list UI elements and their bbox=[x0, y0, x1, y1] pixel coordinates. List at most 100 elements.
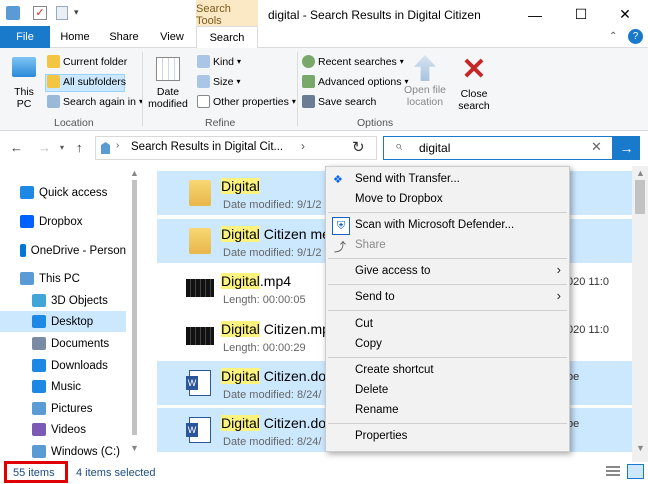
minimize-button[interactable]: — bbox=[512, 0, 558, 29]
menu-copy[interactable]: Copy bbox=[355, 338, 382, 350]
folders-icon bbox=[47, 75, 60, 88]
address-dropdown-icon[interactable]: › bbox=[301, 139, 305, 153]
date-modified-button[interactable]: Date modified bbox=[146, 55, 190, 110]
search-box[interactable] bbox=[383, 136, 613, 160]
tab-share[interactable]: Share bbox=[101, 26, 147, 48]
close-window-button[interactable]: ✕ bbox=[602, 0, 648, 29]
up-button[interactable]: ↑ bbox=[76, 140, 83, 155]
search-highlight: Digital bbox=[221, 273, 260, 289]
file-extra-info: 020 11:0 bbox=[567, 324, 610, 336]
recent-locations-dropdown-icon[interactable]: ▾ bbox=[60, 143, 64, 152]
file-name-rest: .mp4 bbox=[259, 273, 292, 289]
nav-item-label: 3D Objects bbox=[51, 294, 108, 307]
window-title: digital - Search Results in Digital Citi… bbox=[268, 8, 481, 22]
tab-search[interactable]: Search bbox=[196, 26, 258, 49]
file-name: Digital.mp4 bbox=[221, 273, 291, 289]
nav-item[interactable]: Quick access bbox=[0, 182, 126, 203]
drive-icon bbox=[32, 445, 46, 458]
tab-file[interactable]: File bbox=[0, 26, 50, 48]
forward-button[interactable]: → bbox=[38, 140, 51, 155]
nav-scroll-down-icon[interactable]: ▼ bbox=[130, 443, 139, 453]
star-icon bbox=[20, 186, 34, 199]
list-scroll-up-icon[interactable]: ▲ bbox=[636, 168, 645, 178]
size-button[interactable]: Size ▾ bbox=[197, 75, 240, 88]
list-scroll-down-icon[interactable]: ▼ bbox=[636, 443, 645, 453]
close-search-button[interactable]: ✕ Close search bbox=[454, 53, 494, 113]
nav-item-label: Downloads bbox=[51, 359, 108, 372]
context-menu: ❖ Send with Transfer... Move to Dropbox … bbox=[325, 166, 570, 452]
search-input[interactable]: digital bbox=[419, 141, 450, 155]
menu-give-access-to[interactable]: Give access to bbox=[355, 265, 430, 277]
nav-item[interactable]: Pictures bbox=[0, 398, 126, 419]
menu-properties[interactable]: Properties bbox=[355, 430, 407, 442]
properties-quick-icon[interactable]: ✓ bbox=[33, 6, 47, 20]
cube-icon bbox=[32, 294, 46, 307]
all-subfolders-button[interactable]: All subfolders bbox=[47, 75, 126, 88]
large-icons-view-icon[interactable] bbox=[627, 464, 644, 479]
close-search-icon: ✕ bbox=[461, 53, 487, 86]
nav-item[interactable]: Videos bbox=[0, 419, 126, 440]
menu-delete[interactable]: Delete bbox=[355, 384, 388, 396]
menu-share[interactable]: Share bbox=[355, 239, 386, 251]
maximize-button[interactable]: ☐ bbox=[558, 0, 604, 29]
advanced-options-button[interactable]: Advanced options ▾ bbox=[302, 75, 409, 88]
kind-button[interactable]: Kind ▾ bbox=[197, 55, 241, 68]
file-name: Digital Citizen.doc bbox=[221, 368, 333, 384]
nav-item[interactable]: Desktop bbox=[0, 311, 126, 332]
menu-move-to-dropbox[interactable]: Move to Dropbox bbox=[355, 193, 443, 205]
nav-item[interactable]: OneDrive - Person bbox=[0, 240, 126, 261]
all-subfolders-label: All subfolders bbox=[63, 75, 127, 88]
file-meta: Date modified: 8/24/ bbox=[223, 436, 322, 448]
kind-label: Kind bbox=[213, 55, 235, 68]
collapse-ribbon-icon[interactable]: ⌃ bbox=[609, 31, 617, 42]
tab-home[interactable]: Home bbox=[52, 26, 98, 48]
menu-separator bbox=[328, 310, 567, 311]
menu-create-shortcut[interactable]: Create shortcut bbox=[355, 364, 434, 376]
nav-scroll-thumb[interactable] bbox=[132, 180, 137, 435]
save-search-button[interactable]: Save search bbox=[302, 95, 376, 108]
close-search-label: Close search bbox=[458, 88, 490, 112]
help-icon[interactable]: ? bbox=[628, 29, 643, 44]
this-pc-button[interactable]: This PC bbox=[8, 55, 40, 110]
explorer-app-icon[interactable] bbox=[6, 6, 20, 20]
search-again-in-button[interactable]: Search again in ▾ bbox=[47, 95, 143, 108]
nav-item[interactable]: This PC bbox=[0, 268, 126, 289]
refresh-button[interactable]: ↻ bbox=[352, 138, 365, 156]
quick-access-dropdown-icon[interactable]: ▾ bbox=[74, 7, 79, 18]
nav-item-label: This PC bbox=[39, 272, 80, 285]
cloud-icon bbox=[20, 244, 26, 257]
breadcrumb-path[interactable]: Search Results in Digital Cit... bbox=[131, 141, 283, 153]
menu-scan-with-defender[interactable]: Scan with Microsoft Defender... bbox=[355, 219, 514, 231]
nav-item[interactable]: 3D Objects bbox=[0, 290, 126, 311]
defender-shield-icon: ⛨ bbox=[332, 217, 350, 235]
submenu-chevron-icon: › bbox=[556, 288, 561, 303]
current-folder-button[interactable]: Current folder bbox=[47, 55, 127, 68]
details-view-icon[interactable] bbox=[606, 466, 620, 478]
file-row-partial[interactable] bbox=[157, 455, 632, 462]
list-scroll-thumb[interactable] bbox=[635, 180, 645, 214]
nav-item-label: Quick access bbox=[39, 186, 108, 199]
location-group-label: Location bbox=[54, 117, 94, 129]
tab-view[interactable]: View bbox=[149, 26, 195, 48]
menu-cut[interactable]: Cut bbox=[355, 318, 373, 330]
breadcrumb-chevron-icon[interactable]: › bbox=[116, 140, 119, 151]
nav-scroll-up-icon[interactable]: ▲ bbox=[130, 168, 139, 178]
clear-search-icon[interactable]: ✕ bbox=[591, 139, 602, 155]
back-button[interactable]: ← bbox=[10, 140, 23, 155]
search-go-button[interactable]: → bbox=[613, 136, 640, 160]
recent-searches-button[interactable]: Recent searches ▾ bbox=[302, 55, 404, 68]
other-properties-button[interactable]: Other properties ▾ bbox=[197, 95, 296, 108]
nav-item[interactable]: Windows (C:) bbox=[0, 441, 126, 462]
menu-rename[interactable]: Rename bbox=[355, 404, 398, 416]
menu-send-with-transfer[interactable]: Send with Transfer... bbox=[355, 173, 460, 185]
file-meta: Date modified: 8/24/ bbox=[223, 389, 322, 401]
nav-item[interactable]: Music bbox=[0, 376, 126, 397]
nav-item[interactable]: Downloads bbox=[0, 355, 126, 376]
open-file-location-button[interactable]: Open file location bbox=[402, 55, 448, 108]
nav-item[interactable]: Dropbox bbox=[0, 211, 126, 232]
download-icon bbox=[32, 359, 46, 372]
menu-send-to[interactable]: Send to bbox=[355, 291, 395, 303]
new-folder-quick-icon[interactable] bbox=[56, 6, 68, 20]
dropdown-arrow-icon: ▾ bbox=[237, 57, 242, 66]
nav-item[interactable]: Documents bbox=[0, 333, 126, 354]
